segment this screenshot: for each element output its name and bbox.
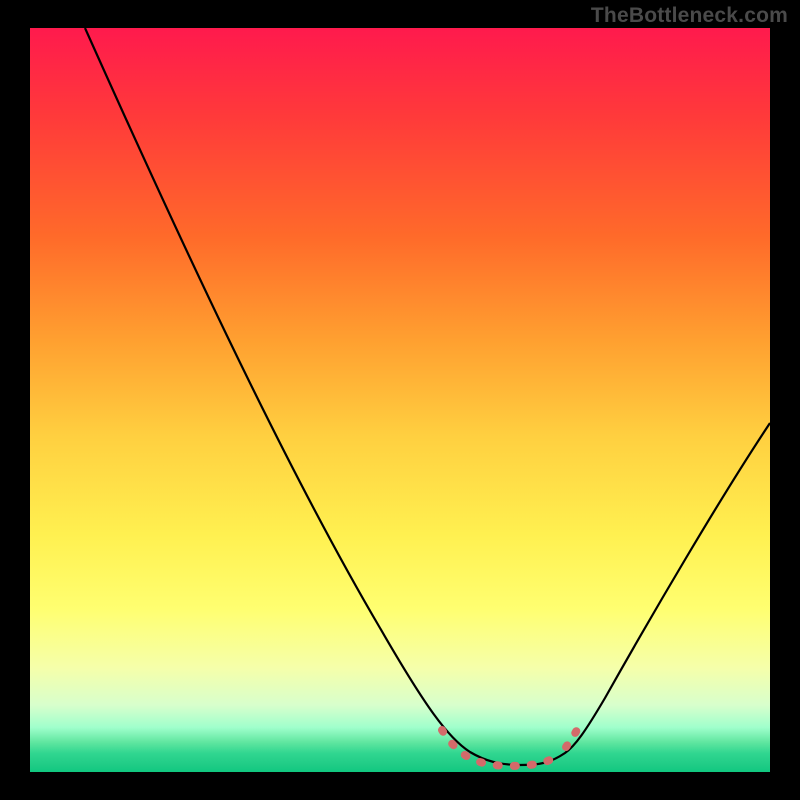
bottleneck-curve-plot	[30, 28, 770, 772]
optimal-range-marker	[442, 723, 581, 766]
watermark-text: TheBottleneck.com	[591, 4, 788, 28]
chart-frame: TheBottleneck.com	[0, 0, 800, 800]
main-curve	[85, 28, 770, 765]
